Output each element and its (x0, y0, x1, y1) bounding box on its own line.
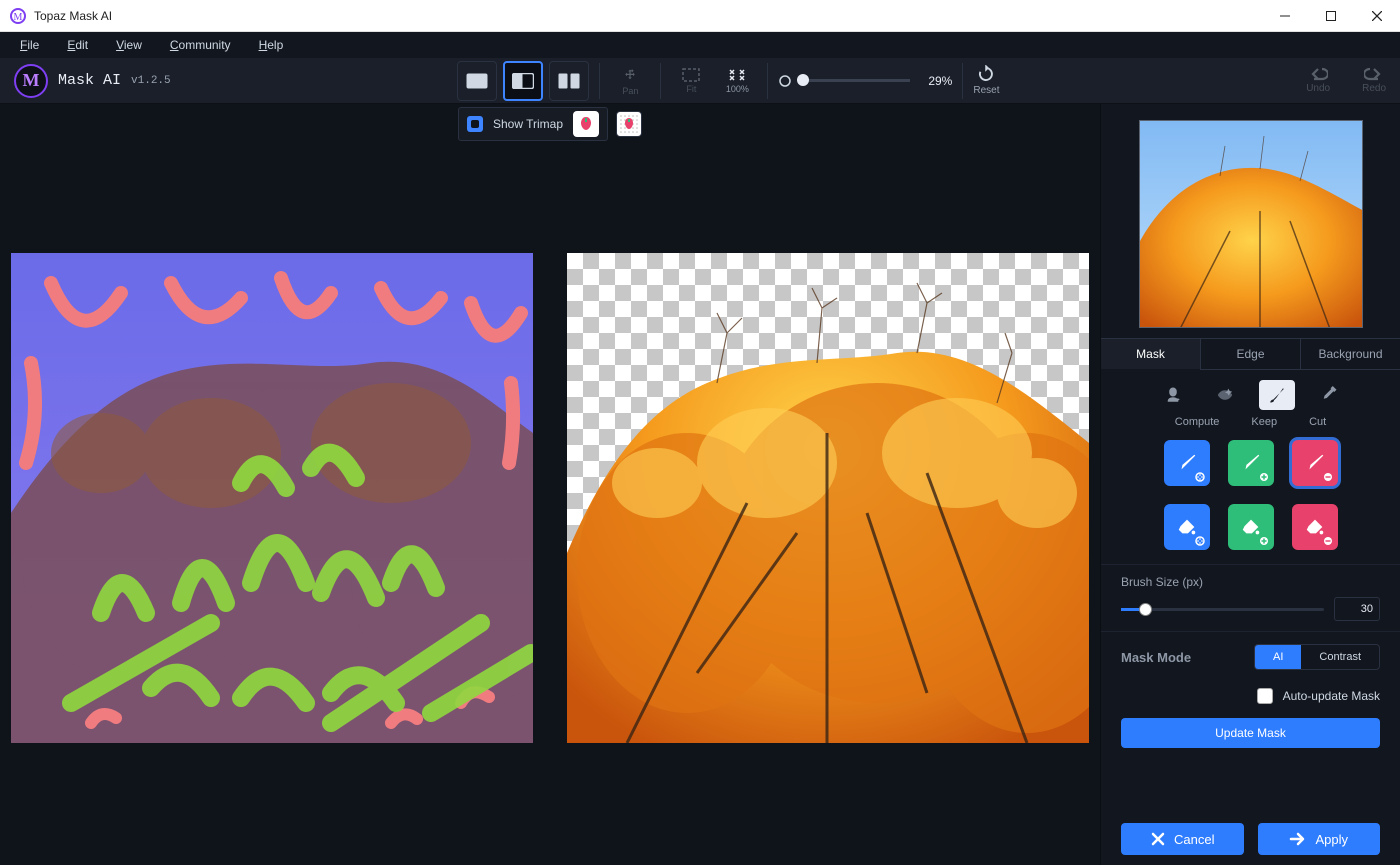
show-trimap-label: Show Trimap (493, 117, 563, 131)
menu-file[interactable]: File (6, 36, 53, 54)
tab-mask[interactable]: Mask (1101, 338, 1200, 370)
cancel-icon (1150, 831, 1166, 847)
result-canvas[interactable] (567, 253, 1089, 743)
reset-icon (976, 65, 996, 83)
window-titlebar: M Topaz Mask AI (0, 0, 1400, 32)
apply-button[interactable]: Apply (1258, 823, 1381, 855)
brush-size-handle[interactable] (1139, 603, 1152, 616)
footer-buttons: Cancel Apply (1101, 805, 1400, 865)
app-icon: M (10, 8, 26, 24)
window-maximize-button[interactable] (1308, 0, 1354, 32)
trimap-canvas[interactable] (11, 253, 533, 743)
menubar: File Edit View Community Help (0, 32, 1400, 58)
pan-button[interactable]: Pan (610, 61, 650, 101)
mask-mode-ai[interactable]: AI (1255, 645, 1301, 669)
view-split-button[interactable] (503, 61, 543, 101)
brush-size-value[interactable]: 30 (1334, 597, 1380, 621)
window-minimize-button[interactable] (1262, 0, 1308, 32)
view-mode-group: Pan Fit 100% 29% Reset (457, 61, 999, 101)
view-single-button[interactable] (457, 61, 497, 101)
fit-button[interactable]: Fit (671, 61, 711, 101)
toolbar: M Mask AI v1.2.5 Pan Fit 100% (0, 58, 1400, 104)
brush-grid (1101, 434, 1400, 564)
tab-edge[interactable]: Edge (1200, 338, 1300, 370)
brush-keep-button[interactable] (1228, 440, 1274, 486)
redo-button[interactable]: Redo (1362, 67, 1386, 94)
eyedropper-tool[interactable] (1311, 380, 1347, 410)
brand-name: Mask AI (58, 72, 121, 89)
mask-mode-row: Mask Mode AI Contrast (1101, 631, 1400, 682)
reset-button[interactable]: Reset (973, 65, 999, 96)
brand-version: v1.2.5 (131, 75, 171, 87)
mask-mode-segmented: AI Contrast (1254, 644, 1380, 670)
fill-cut-button[interactable] (1292, 504, 1338, 550)
zoom-slider[interactable] (778, 74, 910, 88)
brand-logo-icon: M (14, 64, 48, 98)
fill-compute-button[interactable] (1164, 504, 1210, 550)
undo-icon (1308, 67, 1328, 81)
sidebar-tool-row (1101, 370, 1400, 416)
zoom-100-button[interactable]: 100% (717, 61, 757, 101)
canvas-area: Show Trimap (0, 104, 1100, 865)
menu-community[interactable]: Community (156, 36, 245, 54)
brand: M Mask AI v1.2.5 (14, 64, 171, 98)
apply-icon (1289, 832, 1307, 846)
magic-fill-tool[interactable] (1207, 380, 1243, 410)
svg-text:M: M (14, 12, 23, 23)
mask-mode-contrast[interactable]: Contrast (1301, 645, 1379, 669)
undo-button[interactable]: Undo (1306, 67, 1330, 94)
brush-size-slider[interactable]: 30 (1121, 597, 1380, 621)
zoom-level: 29% (916, 74, 952, 88)
tab-background[interactable]: Background (1300, 338, 1400, 370)
menu-edit[interactable]: Edit (53, 36, 102, 54)
fill-keep-button[interactable] (1228, 504, 1274, 550)
window-title: Topaz Mask AI (34, 9, 1262, 23)
canvas-controls: Show Trimap (0, 104, 1100, 140)
ai-select-tool[interactable] (1155, 380, 1191, 410)
brush-size-label: Brush Size (px) (1121, 575, 1380, 589)
show-trimap-checkbox[interactable] (467, 116, 483, 132)
brush-compute-button[interactable] (1164, 440, 1210, 486)
window-close-button[interactable] (1354, 0, 1400, 32)
redo-icon (1364, 67, 1384, 81)
auto-update-label: Auto-update Mask (1283, 689, 1380, 703)
brush-tool[interactable] (1259, 380, 1295, 410)
mask-mode-label: Mask Mode (1121, 650, 1191, 665)
brush-mode-labels: Compute Keep Cut (1101, 416, 1400, 434)
update-mask-button[interactable]: Update Mask (1121, 718, 1380, 748)
navigator-thumbnail[interactable] (1139, 120, 1363, 328)
trimap-swatch-solid[interactable] (573, 111, 599, 137)
auto-update-row: Auto-update Mask (1101, 682, 1400, 718)
brush-cut-button[interactable] (1292, 440, 1338, 486)
label-cut: Cut (1309, 416, 1326, 428)
main-area: Show Trimap (0, 104, 1400, 865)
sidebar: Mask Edge Background Compute Keep Cut (1100, 104, 1400, 865)
trimap-swatch-dotted[interactable] (616, 111, 642, 137)
auto-update-checkbox[interactable] (1257, 688, 1273, 704)
cancel-button[interactable]: Cancel (1121, 823, 1244, 855)
brush-size-section: Brush Size (px) 30 (1101, 564, 1400, 631)
sidebar-tabs: Mask Edge Background (1101, 338, 1400, 370)
zoom-min-icon (778, 74, 792, 88)
menu-view[interactable]: View (102, 36, 156, 54)
view-side-by-side-button[interactable] (549, 61, 589, 101)
trimap-toggle-group: Show Trimap (458, 107, 608, 141)
zoom-slider-handle[interactable] (797, 74, 809, 86)
menu-help[interactable]: Help (245, 36, 298, 54)
label-keep: Keep (1251, 416, 1277, 428)
label-compute: Compute (1175, 416, 1220, 428)
